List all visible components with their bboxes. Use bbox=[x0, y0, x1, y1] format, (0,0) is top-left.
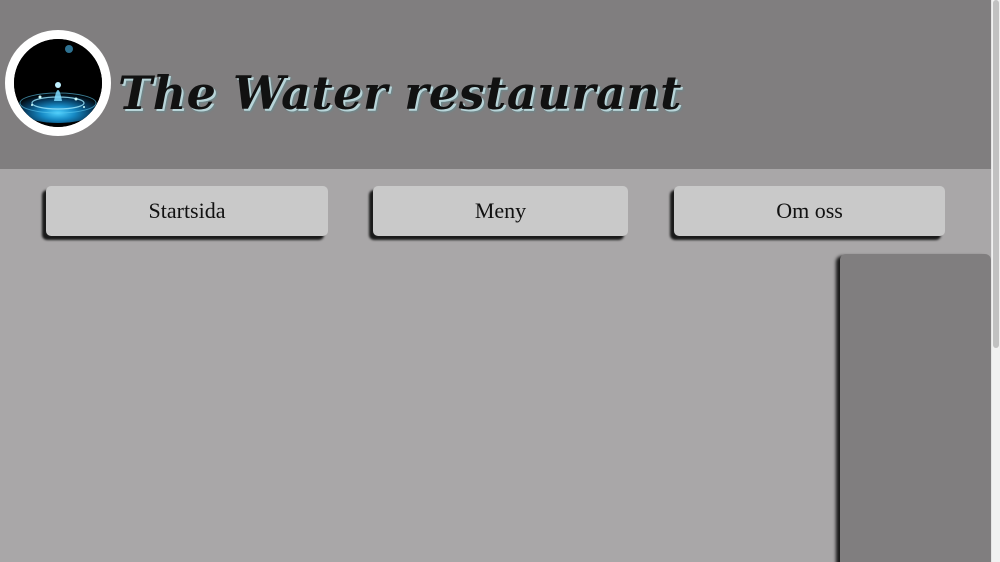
site-header: The Water restaurant bbox=[0, 0, 991, 169]
page: The Water restaurant Startsida Meny Om o… bbox=[0, 0, 1000, 562]
side-panel bbox=[840, 254, 991, 562]
water-drop-logo-icon bbox=[14, 39, 102, 127]
vertical-scrollbar[interactable] bbox=[991, 0, 1000, 562]
site-title: The Water restaurant bbox=[118, 66, 682, 120]
nav-button-meny[interactable]: Meny bbox=[373, 186, 628, 236]
nav-button-om-oss[interactable]: Om oss bbox=[674, 186, 945, 236]
logo bbox=[5, 30, 111, 136]
nav-button-startsida[interactable]: Startsida bbox=[46, 186, 328, 236]
scrollbar-thumb[interactable] bbox=[993, 0, 999, 348]
